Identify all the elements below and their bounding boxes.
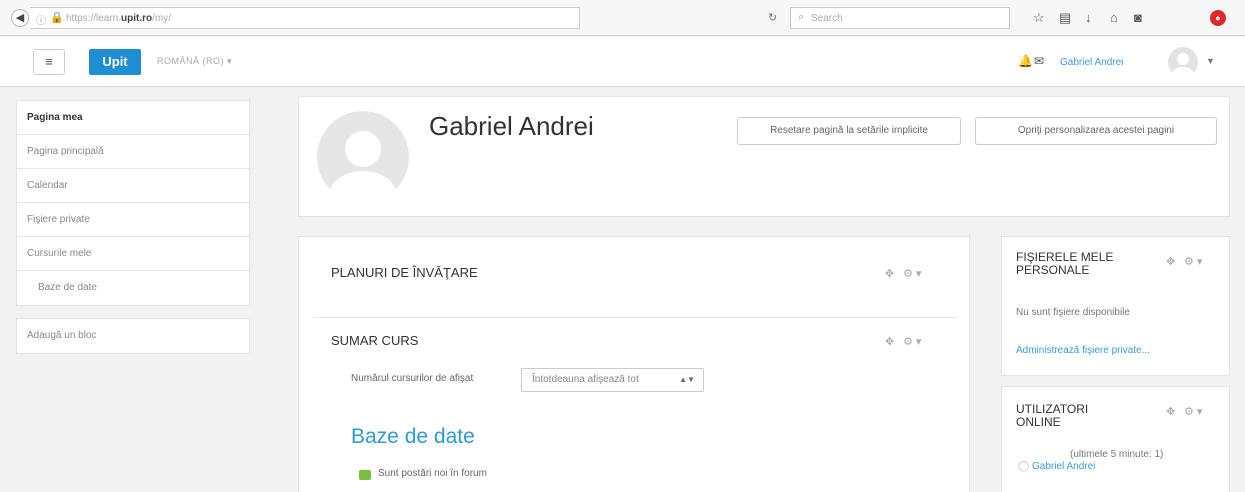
messages-icon[interactable]: ✉ [1034,54,1044,68]
nav-item-home[interactable]: Pagina principală [17,135,249,169]
nav-item-course-databases[interactable]: Baze de date [17,271,249,305]
move-icon[interactable]: ✥ [885,267,894,280]
browser-toolbar: ◀ ⓘ 🔒 https://learn.upit.ro/my/ ↻ ⌕ Sear… [0,0,1245,36]
gear-icon[interactable]: ⚙ ▾ [903,335,921,348]
select-arrow-icon: ▲▼ [679,375,695,384]
search-icon: ⌕ [798,11,805,23]
add-block: Adaugă un bloc [16,318,250,354]
reload-icon[interactable]: ↻ [768,11,777,24]
profile-picture[interactable] [317,111,409,203]
download-icon[interactable]: ↓ [1085,10,1092,26]
site-logo[interactable]: Upit [89,49,141,75]
courses-count-select[interactable]: Întotdeauna afişează tot ▲▼ [521,368,704,392]
home-icon[interactable]: ⌂ [1110,10,1118,26]
move-icon[interactable]: ✥ [1166,405,1175,418]
online-users-info: (ultimele 5 minute: 1) [1070,449,1164,460]
url-text: https://learn.upit.ro/my/ [66,13,172,24]
bookmark-star-icon[interactable]: ☆ [1033,10,1045,26]
private-files-title: FIŞIERELE MELE PERSONALE [1016,250,1114,277]
back-arrow-icon[interactable]: ◀ [11,9,29,27]
gear-icon[interactable]: ⚙ ▾ [1184,255,1202,268]
online-users-block: UTILIZATORI ONLINE ✥ ⚙ ▾ (ultimele 5 min… [1001,386,1230,492]
page-title: Gabriel Andrei [429,111,594,141]
nav-item-my-courses[interactable]: Cursurile mele [17,237,249,271]
adblock-icon[interactable]: ● [1210,10,1226,26]
pocket-icon[interactable]: ◙ [1134,10,1142,26]
block-divider [313,317,957,318]
move-icon[interactable]: ✥ [885,335,894,348]
move-icon[interactable]: ✥ [1166,255,1175,268]
no-files-text: Nu sunt fişiere disponibile [1016,307,1130,318]
site-navbar: ≡ Upit ROMÂNĂ (RO) ▾ 🔔 ✉ Gabriel Andrei … [0,37,1245,87]
course-link[interactable]: Baze de date [351,425,475,449]
chevron-down-icon[interactable]: ▼ [1206,56,1215,66]
private-files-block: FIŞIERELE MELE PERSONALE ✥ ⚙ ▾ Nu sunt f… [1001,236,1230,376]
main-blocks: PLANURI DE ÎNVĂŢARE ✥ ⚙ ▾ SUMAR CURS ✥ ⚙… [298,236,970,492]
language-menu[interactable]: ROMÂNĂ (RO) ▾ [157,56,232,67]
forum-icon [359,470,371,480]
page-header: Gabriel Andrei Resetare pagină la setări… [298,96,1230,217]
search-placeholder: Search [811,13,843,24]
user-avatar[interactable] [1168,47,1198,77]
online-users-title: UTILIZATORI ONLINE [1016,402,1089,429]
add-block-link[interactable]: Adaugă un bloc [17,319,249,353]
browser-search-input[interactable]: ⌕ Search [790,7,1010,29]
menu-toggle-button[interactable]: ≡ [33,49,65,75]
manage-files-link[interactable]: Administrează fişiere private... [1016,345,1150,356]
lock-icon: 🔒 [50,12,64,24]
navigation-block: Pagina mea Pagina principală Calendar Fi… [16,100,250,306]
notifications-icon[interactable]: 🔔 [1018,54,1033,68]
stop-customising-button[interactable]: Opriţi personalizarea acestei pagini [975,117,1217,145]
online-user-link[interactable]: Gabriel Andrei [1032,461,1095,472]
select-value: Întotdeauna afişează tot [532,374,639,385]
nav-item-private-files[interactable]: Fişiere private [17,203,249,237]
reset-page-button[interactable]: Resetare pagină la setările implicite [737,117,961,145]
nav-item-calendar[interactable]: Calendar [17,169,249,203]
user-icon: ◯ [1018,461,1030,472]
learning-plans-title: PLANURI DE ÎNVĂŢARE [331,265,478,280]
library-icon[interactable]: ▤ [1059,10,1071,26]
courses-count-label: Numărul cursurilor de afişat [351,373,474,384]
info-icon[interactable]: ⓘ [36,12,46,27]
gear-icon[interactable]: ⚙ ▾ [1184,405,1202,418]
gear-icon[interactable]: ⚙ ▾ [903,267,921,280]
course-overview-title: SUMAR CURS [331,333,419,348]
user-menu-name[interactable]: Gabriel Andrei [1060,57,1123,68]
address-bar[interactable]: ⓘ 🔒 https://learn.upit.ro/my/ [30,7,580,29]
forum-notice[interactable]: Sunt postări noi în forum [378,468,487,479]
nav-item-my-page[interactable]: Pagina mea [17,101,249,135]
